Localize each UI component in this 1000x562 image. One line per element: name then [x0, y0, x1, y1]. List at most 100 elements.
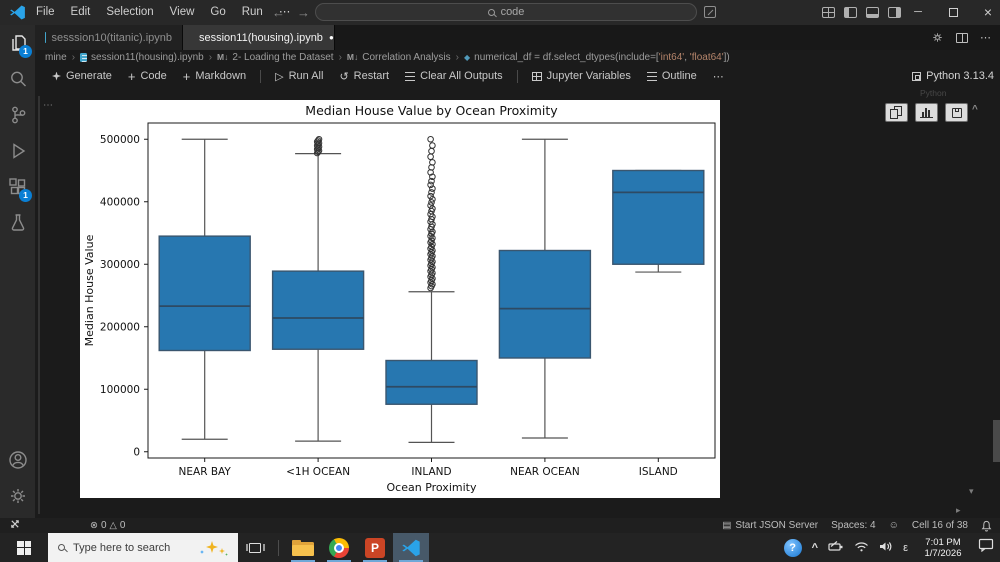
menu-view[interactable]: View — [162, 0, 203, 25]
svg-text:NEAR BAY: NEAR BAY — [179, 466, 232, 478]
taskbar-search-input[interactable]: Type here to search — [48, 533, 238, 562]
warning-icon: △ — [109, 520, 117, 531]
open-plot-viewer-button[interactable] — [915, 103, 938, 122]
breadcrumb-root[interactable]: mine — [45, 52, 67, 63]
toggle-sidebar-icon[interactable] — [844, 7, 857, 18]
clear-all-outputs-button[interactable]: Clear All Outputs — [398, 66, 510, 86]
restart-button[interactable]: ↺ Restart — [332, 66, 396, 86]
menu-edit[interactable]: Edit — [63, 0, 99, 25]
editor-scrollbar[interactable] — [993, 420, 1000, 462]
search-placeholder: Type here to search — [73, 541, 171, 554]
layout-controls — [822, 7, 901, 18]
account-icon — [8, 451, 27, 469]
run-debug-icon — [12, 143, 25, 159]
sidebar-item-testing[interactable] — [0, 205, 35, 241]
breadcrumb-section-correlation[interactable]: M↓ Correlation Analysis — [347, 52, 451, 63]
jupyter-variables-button[interactable]: Jupyter Variables — [525, 66, 638, 86]
copy-output-button[interactable] — [885, 103, 908, 122]
task-view-button[interactable] — [238, 533, 272, 562]
action-center-button[interactable] — [978, 538, 994, 557]
taskbar-app-chrome[interactable] — [321, 533, 357, 562]
generate-button[interactable]: Generate — [45, 66, 119, 86]
gear-icon[interactable] — [931, 31, 944, 44]
svg-text:Median House Value: Median House Value — [83, 234, 96, 346]
tab-sesssion10-titanic[interactable]: sesssion10(titanic).ipynb — [35, 25, 183, 50]
bell-icon — [981, 520, 992, 532]
divider — [260, 69, 262, 83]
menu-selection[interactable]: Selection — [98, 0, 161, 25]
outline-button[interactable]: Outline — [640, 66, 704, 86]
breadcrumb-file[interactable]: session11(housing).ipynb — [80, 52, 204, 63]
add-markdown-cell-button[interactable]: + Markdown — [176, 66, 253, 86]
feedback-smiley-icon[interactable]: ☺ — [889, 520, 899, 531]
customize-layout-icon[interactable] — [822, 7, 835, 18]
sidebar-item-explorer[interactable]: 1 — [0, 25, 35, 61]
extensions-badge: 1 — [19, 189, 32, 202]
history-nav: ← → — [272, 0, 310, 25]
wifi-icon[interactable] — [854, 539, 869, 557]
nav-back-icon[interactable]: ← — [272, 5, 285, 20]
sidebar-item-run-debug[interactable] — [0, 133, 35, 169]
server-icon: ▤ — [722, 520, 732, 531]
plus-icon: + — [182, 68, 191, 84]
svg-text:NEAR OCEAN: NEAR OCEAN — [510, 466, 580, 478]
command-center-search[interactable]: code — [315, 3, 697, 21]
command-center-aux-icon[interactable] — [704, 6, 716, 18]
start-json-server-button[interactable]: ▤ Start JSON Server — [722, 520, 818, 531]
run-all-button[interactable]: ▷ Run All — [268, 66, 330, 86]
chart-icon — [920, 107, 933, 118]
tab-session11-housing[interactable]: session11(housing).ipynb ● — [183, 25, 335, 50]
notebook-file-icon — [80, 52, 88, 62]
svg-text:ISLAND: ISLAND — [639, 466, 678, 478]
settings-button[interactable] — [0, 478, 35, 514]
more-below-icon: ▾ — [969, 486, 974, 496]
problems-indicator[interactable]: ⊗ 0 △ 0 — [90, 520, 125, 531]
window-minimize-button[interactable]: ─ — [903, 0, 933, 25]
account-button[interactable] — [0, 442, 35, 478]
toolbar-more-icon[interactable]: ⋯ — [706, 66, 732, 86]
more-actions-icon[interactable]: ⋯ — [980, 31, 992, 44]
menu-run[interactable]: Run — [234, 0, 271, 25]
split-editor-icon[interactable] — [956, 32, 968, 43]
notebook-editor: Python ⋯ Median House Value by Ocean Pro… — [35, 88, 1000, 518]
volume-icon[interactable] — [879, 539, 893, 557]
notifications-bell-button[interactable] — [981, 520, 992, 532]
powerpoint-icon: P — [365, 537, 385, 558]
help-tray-icon[interactable]: ? — [783, 538, 802, 557]
taskbar-app-powerpoint[interactable]: P — [357, 533, 393, 562]
menu-go[interactable]: Go — [202, 0, 233, 25]
collapse-output-icon[interactable]: ^ — [972, 104, 978, 115]
maximize-icon — [948, 8, 958, 17]
cell-actions-icon[interactable]: ⋯ — [43, 100, 54, 111]
window-close-button[interactable]: × — [973, 0, 1000, 25]
chrome-icon — [329, 537, 349, 558]
clear-outputs-icon — [405, 71, 416, 81]
taskbar-app-file-explorer[interactable] — [285, 533, 321, 562]
folder-icon — [292, 539, 314, 556]
clock-time: 7:01 PM — [925, 536, 961, 548]
taskbar-app-vscode[interactable] — [393, 533, 429, 562]
sidebar-item-extensions[interactable]: 1 — [0, 169, 35, 205]
start-button[interactable] — [0, 533, 48, 562]
menu-file[interactable]: File — [28, 0, 63, 25]
indent-indicator[interactable]: Spaces: 4 — [831, 520, 875, 531]
save-plot-button[interactable] — [945, 103, 968, 122]
sidebar-item-search[interactable] — [0, 61, 35, 97]
toggle-panel-icon[interactable] — [866, 7, 879, 18]
kernel-picker[interactable]: Python 3.13.4 — [912, 64, 994, 88]
window-maximize-button[interactable] — [938, 0, 968, 25]
add-code-cell-button[interactable]: + Code — [121, 66, 174, 86]
sidebar-item-source-control[interactable] — [0, 97, 35, 133]
taskbar-clock[interactable]: 7:01 PM 1/7/2026 — [918, 537, 968, 559]
toggle-secondary-sidebar-icon[interactable] — [888, 7, 901, 18]
nav-forward-icon[interactable]: → — [297, 5, 310, 20]
explorer-badge: 1 — [19, 45, 32, 58]
breadcrumb-section-loading[interactable]: M↓ 2- Loading the Dataset — [217, 52, 334, 63]
svg-text:Median House Value by Ocean Pr: Median House Value by Ocean Proximity — [305, 103, 558, 118]
language-indicator[interactable]: ε — [903, 542, 908, 554]
breadcrumb-cell-code[interactable]: ◆ numerical_df = df.select_dtypes(includ… — [464, 52, 730, 63]
hidden-icons-chevron[interactable]: ^ — [812, 542, 818, 554]
remote-indicator[interactable] — [10, 519, 20, 532]
cell-position-indicator[interactable]: Cell 16 of 38 — [912, 520, 968, 531]
pen-battery-icon[interactable] — [828, 539, 844, 557]
